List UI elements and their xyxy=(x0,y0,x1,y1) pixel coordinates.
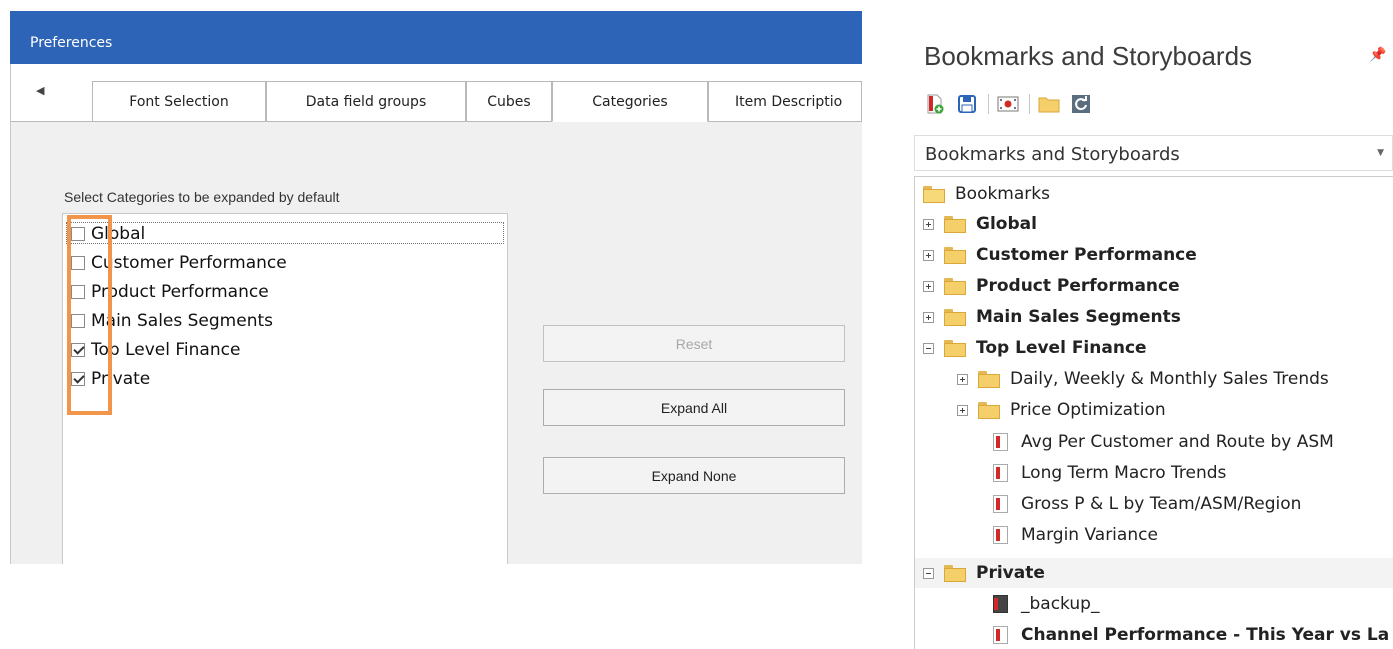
tree-root-bookmarks[interactable]: Bookmarks xyxy=(923,179,1050,209)
category-label: Top Level Finance xyxy=(91,340,241,360)
tree-item-long-term-macro-trends[interactable]: Long Term Macro Trends xyxy=(993,458,1226,488)
reset-button[interactable]: Reset xyxy=(543,325,845,362)
folder-icon xyxy=(944,564,966,582)
tree-item-private[interactable]: Private xyxy=(923,558,1045,588)
tree-item-label: Price Optimization xyxy=(1010,400,1166,420)
folder-icon xyxy=(944,308,966,326)
checkbox-highlight-box xyxy=(67,215,112,415)
folder-icon xyxy=(944,339,966,357)
tree-item-label: Avg Per Customer and Route by ASM xyxy=(1021,432,1334,452)
expand-plus-icon[interactable] xyxy=(957,404,968,416)
dialog-left-border xyxy=(10,64,11,564)
folder-icon xyxy=(944,215,966,233)
folder-icon xyxy=(944,277,966,295)
expand-plus-icon[interactable] xyxy=(957,373,968,385)
collapse-minus-icon[interactable] xyxy=(923,567,934,579)
category-label: Product Performance xyxy=(91,282,269,302)
tree-item-sales-trends[interactable]: Daily, Weekly & Monthly Sales Trends xyxy=(957,364,1329,394)
preferences-dialog: Preferences ◀ Font Selection Data field … xyxy=(10,11,862,564)
toolbar-separator xyxy=(988,94,989,114)
bookmarks-panel: Bookmarks and Storyboards 📌 Bookmarks an… xyxy=(914,31,1393,649)
tree-item-channel-performance[interactable]: Channel Performance - This Year vs La xyxy=(993,620,1389,649)
tree-item-price-optimization[interactable]: Price Optimization xyxy=(957,395,1166,425)
tree-item-label: Margin Variance xyxy=(1021,525,1158,545)
tree-item-label: Product Performance xyxy=(976,276,1180,296)
open-folder-icon xyxy=(923,185,945,203)
tree-item-label: Gross P & L by Team/ASM/Region xyxy=(1021,494,1302,514)
tree-item-label: Private xyxy=(976,563,1045,583)
preferences-title: Preferences xyxy=(30,35,113,51)
tab-categories[interactable]: Categories xyxy=(552,81,708,122)
categories-label: Select Categories to be expanded by defa… xyxy=(64,189,340,205)
tree-item-label: Channel Performance - This Year vs La xyxy=(1021,625,1390,645)
panel-title: Bookmarks and Storyboards xyxy=(924,41,1253,71)
tree-item-label: Daily, Weekly & Monthly Sales Trends xyxy=(1010,369,1329,389)
tree-item-global[interactable]: Global xyxy=(923,209,1037,239)
preferences-titlebar: Preferences xyxy=(10,11,862,64)
tree-item-label: Long Term Macro Trends xyxy=(1021,463,1227,483)
document-icon xyxy=(993,464,1008,482)
expand-plus-icon[interactable] xyxy=(923,280,934,292)
bookmarks-toolbar xyxy=(924,89,1102,119)
category-label: Customer Performance xyxy=(91,253,287,273)
tab-data-field-groups[interactable]: Data field groups xyxy=(266,81,466,122)
refresh-icon[interactable] xyxy=(1070,94,1092,114)
expand-none-button[interactable]: Expand None xyxy=(543,457,845,494)
tree-item-gross-pl[interactable]: Gross P & L by Team/ASM/Region xyxy=(993,489,1301,519)
tree-item-customer-performance[interactable]: Customer Performance xyxy=(923,240,1197,270)
tree-item-label: Global xyxy=(976,214,1037,234)
tree-item-label: Main Sales Segments xyxy=(976,307,1181,327)
collapse-minus-icon[interactable] xyxy=(923,342,934,354)
tree-item-main-sales-segments[interactable]: Main Sales Segments xyxy=(923,302,1181,332)
expand-plus-icon[interactable] xyxy=(923,218,934,230)
pin-icon[interactable]: 📌 xyxy=(1369,47,1386,63)
tree-item-margin-variance[interactable]: Margin Variance xyxy=(993,520,1158,550)
expand-plus-icon[interactable] xyxy=(923,311,934,323)
save-icon[interactable] xyxy=(956,94,978,114)
category-label: Main Sales Segments xyxy=(91,311,273,331)
tree-item-backup[interactable]: _backup_ xyxy=(993,589,1099,619)
document-icon xyxy=(993,433,1008,451)
tab-font-selection[interactable]: Font Selection xyxy=(92,81,266,122)
tab-cubes[interactable]: Cubes xyxy=(466,81,552,122)
tree-item-label: Top Level Finance xyxy=(976,338,1147,358)
combo-value: Bookmarks and Storyboards xyxy=(925,144,1180,165)
document-icon xyxy=(993,626,1008,644)
tree-item-avg-per-customer[interactable]: Avg Per Customer and Route by ASM xyxy=(993,427,1334,457)
document-icon xyxy=(993,495,1008,513)
add-bookmark-icon[interactable] xyxy=(924,94,946,114)
chevron-down-icon[interactable]: ▼ xyxy=(1377,148,1384,158)
storyboard-icon xyxy=(993,595,1008,613)
categories-checklist[interactable]: Global Customer Performance Product Perf… xyxy=(62,213,508,564)
folder-icon xyxy=(978,401,1000,419)
open-folder-icon[interactable] xyxy=(1038,94,1060,114)
tree-item-label: _backup_ xyxy=(1021,594,1100,614)
expand-all-button[interactable]: Expand All xyxy=(543,389,845,426)
toolbar-separator xyxy=(1029,94,1030,114)
tree-item-label: Bookmarks xyxy=(955,184,1050,204)
folder-icon xyxy=(978,370,1000,388)
folder-icon xyxy=(944,246,966,264)
tree-item-product-performance[interactable]: Product Performance xyxy=(923,271,1180,301)
record-icon[interactable] xyxy=(997,94,1019,114)
bookmarks-tree: Bookmarks Global Customer Performance Pr… xyxy=(914,176,1393,649)
tree-item-top-level-finance[interactable]: Top Level Finance xyxy=(923,333,1147,363)
expand-plus-icon[interactable] xyxy=(923,249,934,261)
tab-scroll-left-icon[interactable]: ◀ xyxy=(36,84,44,97)
tab-item-descriptions[interactable]: Item Descriptio xyxy=(708,81,862,122)
tree-item-label: Customer Performance xyxy=(976,245,1197,265)
bookmarks-combo[interactable]: Bookmarks and Storyboards ▼ xyxy=(914,135,1393,171)
document-icon xyxy=(993,526,1008,544)
